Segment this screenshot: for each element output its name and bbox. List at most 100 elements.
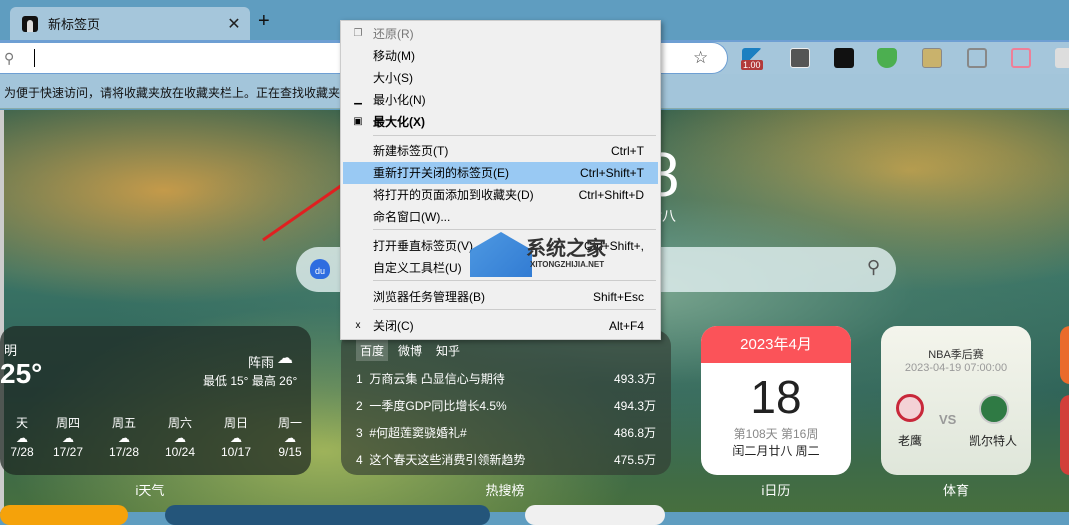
menu-separator [373,229,656,230]
forecast-temp: 17/27 [52,445,84,459]
menu-item[interactable]: ▁ 最小化(N) [343,89,658,111]
menu-item[interactable]: 将打开的页面添加到收藏夹(D) Ctrl+Shift+D [343,184,658,206]
tab-weibo[interactable]: 微博 [398,342,422,359]
tab-title: 新标签页 [48,17,101,32]
hot-search-label: 热搜榜 [485,483,525,498]
search-icon: ⚲ [4,50,15,66]
search-icon[interactable]: ⚲ [867,257,880,278]
menu-item[interactable]: 重新打开关闭的标签页(E) Ctrl+Shift+T [343,162,658,184]
calendar-month: 2023年4月 [701,326,851,363]
menu-item-shortcut: Ctrl+Shift+D [578,188,644,202]
rain-cloud-icon: ☁ [277,350,293,367]
tab-baidu[interactable]: 百度 [356,340,389,361]
menu-item-label: 最小化(N) [373,93,426,107]
forecast-day: 天 ☁ 7/28 [0,414,44,459]
weather-temp: 25° [0,358,43,389]
forecast-day-name: 周一 [277,416,302,430]
hot-rank: 3 [356,426,363,440]
speed-badge: 1.00 [741,60,763,70]
minimize-icon: ▁ [354,94,362,105]
window-context-menu: ❐ 还原(R) 移动(M) 大小(S) ▁ 最小化(N) ▣ 最大化(X) 新建标签页(T) Ct… [340,20,661,340]
menu-item-label: 自定义工具栏(U) [373,261,462,275]
menu-item[interactable]: x 关闭(C) Alt+F4 [343,315,658,337]
celtics-logo-icon [979,394,1009,424]
menu-item-label: 关闭(C) [373,319,414,333]
sports-time: 2023-04-19 07:00:00 [904,362,1008,374]
hot-title: 万商云集 凸显信心与期待 [369,372,505,386]
shield-extension-icon[interactable] [877,48,897,68]
menu-item-shortcut: Alt+F4 [608,319,644,333]
away-team: 凯尔特人 [969,434,1018,448]
tab-close-button[interactable]: ✕ [224,14,244,34]
calendar-day: 18 [750,371,802,423]
menu-item[interactable]: 移动(M) [343,45,658,67]
forecast-day-name: 周日 [223,416,248,430]
menu-item[interactable]: 大小(S) [343,67,658,89]
menu-item[interactable]: 浏览器任务管理器(B) Shift+Esc [343,286,658,308]
menu-item-label: 最大化(X) [373,115,425,129]
image-download-extension-icon[interactable] [922,48,942,68]
hot-search-widget[interactable]: 百度 微博 知乎 1 万商云集 凸显信心与期待 493.3万 2 一季度GDP同比增… [341,330,671,475]
weather-icon: ☁ [284,431,296,445]
menu-item[interactable]: ❐ 还原(R) [343,23,658,45]
baidu-icon[interactable]: du [310,259,330,279]
menu-item-label: 还原(R) [373,27,414,41]
sports-title: NBA季后赛 [928,349,984,361]
forecast-temp: 17/28 [108,445,140,459]
l-extension-icon[interactable] [834,48,854,68]
weather-icon: ☁ [62,431,74,445]
hot-search-item[interactable]: 1 万商云集 凸显信心与期待 493.3万 [356,370,656,387]
menu-item-label: 重新打开关闭的标签页(E) [373,166,509,180]
weather-icon: ☁ [16,431,28,445]
menu-item[interactable]: 新建标签页(T) Ctrl+T [343,140,658,162]
menu-item[interactable]: ▣ 最大化(X) [343,111,658,133]
hot-title: 这个春天这些消费引领新趋势 [369,453,526,467]
menu-item-shortcut: Shift+Esc [592,290,644,304]
weather-icon: ☁ [118,431,130,445]
menu-item-shortcut: Ctrl+T [611,144,644,158]
forecast-day-name: 周四 [55,416,80,430]
shortcut-tile[interactable] [525,505,665,525]
hot-search-item[interactable]: 4 这个春天这些消费引领新趋势 475.5万 [356,451,656,468]
hot-value: 493.3万 [613,372,656,386]
hot-value: 494.3万 [613,399,656,413]
add-favorite-icon[interactable]: ☆ [693,48,708,68]
forecast-day-name: 天 [15,416,28,430]
tab-zhihu[interactable]: 知乎 [436,342,460,359]
forecast-day: 周六 ☁ 10/24 [158,414,202,459]
weather-condition: 阵雨 [248,355,275,370]
hot-rank: 4 [356,453,363,467]
weather-widget[interactable]: 明 25° 阵雨 ☁ 最低 15° 最高 26° 天 ☁ 7/28 周四 ☁ 17/27 周… [0,326,311,475]
image-extension-icon[interactable] [1055,48,1069,68]
menu-separator [373,309,656,310]
hot-value: 486.8万 [613,426,656,440]
menu-item[interactable]: 命名窗口(W)... [343,206,658,228]
menu-item-label: 命名窗口(W)... [373,210,451,224]
calendar-widget[interactable]: 2023年4月 18 第108天 第16周 闰二月廿八 周二 [701,326,851,475]
hot-title: #何超莲窦骁婚礼# [369,426,467,440]
sports-widget[interactable]: NBA季后赛 2023-04-19 07:00:00 VS 老鹰 凯尔特人 [881,326,1031,475]
menu-item-label: 大小(S) [373,71,413,85]
tab-new-tab[interactable]: 新标签页 ✕ [10,7,250,40]
menu-separator [373,280,656,281]
tab-favicon-icon [22,15,38,32]
new-tab-button[interactable]: + [258,10,270,33]
shortcut-tile[interactable] [0,505,128,525]
hot-search-item[interactable]: 2 一季度GDP同比增长4.5% 494.3万 [356,397,656,414]
tv-download-extension-icon[interactable] [1011,48,1031,68]
close-icon: x [355,320,361,331]
home-team: 老鹰 [898,434,923,448]
text-caret [34,49,35,67]
hot-search-item[interactable]: 3 #何超莲窦骁婚礼# 486.8万 [356,424,656,441]
forecast-day-name: 周五 [111,416,136,430]
calendar-label: i日历 [761,483,791,498]
forecast-temp: 9/15 [278,445,302,459]
partial-widget[interactable] [1060,395,1069,475]
partial-widget[interactable] [1060,326,1069,384]
copy-extension-icon[interactable] [967,48,987,68]
forecast-day: 周日 ☁ 10/17 [214,414,258,459]
menu-item-label: 移动(M) [373,49,415,63]
tampermonkey-extension-icon[interactable] [790,48,810,68]
shortcut-tile[interactable] [165,505,490,525]
favorites-bar-message: 为便于快速访问，请将收藏夹放在收藏夹栏上。正在查找收藏夹 [4,86,341,100]
